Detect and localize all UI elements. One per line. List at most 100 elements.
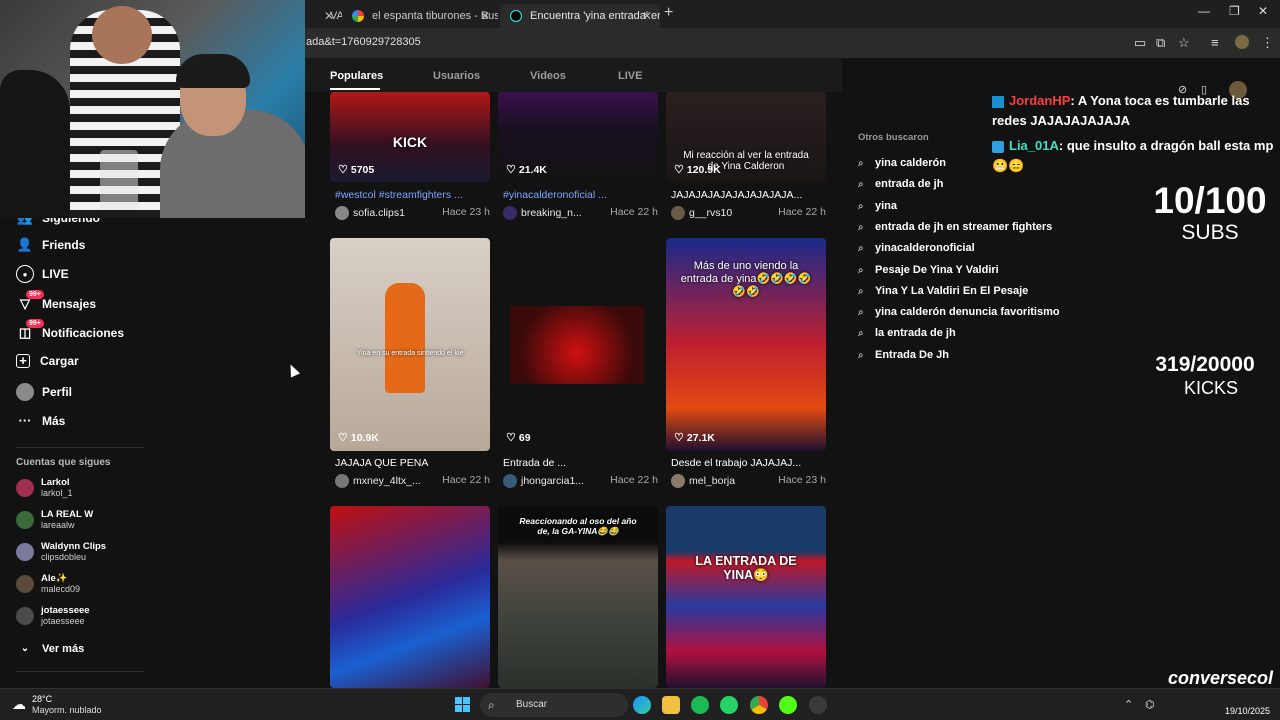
sidebar-item-upload[interactable]: + Cargar <box>16 353 79 373</box>
menu-dots-icon[interactable]: ⋮ <box>1261 35 1274 51</box>
sidebar-item-live[interactable]: ● LIVE <box>16 265 69 285</box>
search-suggestion[interactable]: ⌕ yina calderón <box>858 157 946 169</box>
heart-icon: ♡ <box>674 164 684 176</box>
google-favicon-icon <box>352 10 364 22</box>
spotify-icon[interactable] <box>691 696 709 714</box>
search-icon: ⌕ <box>858 328 864 340</box>
video-caption[interactable]: Entrada de ... <box>503 457 663 469</box>
chat-message: Lia_01A: que insulto a dragón ball esta … <box>992 136 1277 176</box>
username[interactable]: g__rvs10 <box>689 207 732 219</box>
whatsapp-icon[interactable] <box>720 696 738 714</box>
others-searched-title: Otros buscaron <box>858 132 929 143</box>
restore-button[interactable]: ❐ <box>1229 4 1240 18</box>
kick-icon[interactable] <box>779 696 797 714</box>
date: 19/10/2025 <box>1224 706 1270 716</box>
translate-icon[interactable]: ⧉ <box>1156 35 1165 51</box>
close-window-button[interactable]: ✕ <box>1258 4 1268 18</box>
see-more-button[interactable]: ⌄ Ver más <box>16 640 84 660</box>
username[interactable]: sofia.clips1 <box>353 207 405 219</box>
upload-icon: + <box>16 353 30 368</box>
search-suggestion[interactable]: ⌕ entrada de jh en streamer fighters <box>858 221 1052 233</box>
cast-icon[interactable]: ▭ <box>1134 35 1146 51</box>
search-suggestion[interactable]: ⌕ entrada de jh <box>858 178 943 190</box>
cup <box>100 150 138 210</box>
username[interactable]: mel_borja <box>689 475 735 487</box>
close-tab-icon[interactable]: ✕ <box>642 4 652 28</box>
search-suggestion[interactable]: ⌕ Yina Y La Valdiri En El Pesaje <box>858 285 1028 297</box>
video-time: Hace 22 h <box>442 474 490 486</box>
chrome-icon[interactable] <box>750 696 768 714</box>
avatar <box>503 474 517 488</box>
obs-icon[interactable] <box>809 696 827 714</box>
avatar <box>16 575 34 593</box>
video-meta: sofia.clips1 Hace 23 h <box>335 206 490 220</box>
username[interactable]: mxney_4ltx_... <box>353 475 421 487</box>
suggestion-label: yinacalderonoficial <box>875 242 975 255</box>
sidebar-item-more[interactable]: ··· Más <box>16 412 66 432</box>
thumbnail-text: Reaccionando al oso del año de, la GA-YI… <box>519 516 637 536</box>
video-time: Hace 22 h <box>778 206 826 218</box>
search-icon: ⌕ <box>858 285 864 297</box>
tab-live[interactable]: LIVE <box>618 70 642 82</box>
account-name: Ale✨ <box>41 573 68 584</box>
video-caption[interactable]: Desde el trabajo JAJAJAJ... <box>671 457 831 469</box>
video-thumbnail[interactable]: LA ENTRADA DE YINA😳 <box>666 506 826 688</box>
subs-label: SUBS <box>1181 221 1239 244</box>
live-icon: ● <box>16 265 34 283</box>
video-caption[interactable]: JAJAJAJAJAJAJAJAJAJA... <box>671 189 831 201</box>
bookmark-star-icon[interactable]: ☆ <box>1178 35 1190 51</box>
video-meta: mxney_4ltx_... Hace 22 h <box>335 474 490 488</box>
browser-tab-active[interactable]: Encuentra 'yina entrada' en Tik ✕ <box>500 4 660 28</box>
tab-populares[interactable]: Populares <box>330 70 383 82</box>
chevron-up-icon[interactable]: ⌃ <box>1124 698 1133 711</box>
search-suggestion[interactable]: ⌕ yina <box>858 200 897 212</box>
heart-icon: ♡ <box>338 164 348 176</box>
url-field[interactable]: ada&t=1760929728305 <box>306 36 421 48</box>
avatar <box>16 543 34 561</box>
video-thumbnail[interactable]: Más de uno viendo la entrada de yina🤣🤣🤣🤣… <box>666 238 826 451</box>
search-icon: ⌕ <box>858 349 864 361</box>
video-thumbnail[interactable]: Reaccionando al oso del año de, la GA-YI… <box>498 506 658 688</box>
tab-usuarios[interactable]: Usuarios <box>433 70 480 82</box>
network-icon[interactable]: ⌬ <box>1145 698 1155 711</box>
browser-tab[interactable]: VA ✕ <box>300 4 342 28</box>
start-button[interactable] <box>455 697 471 713</box>
video-meta: breaking_n... Hace 22 h <box>503 206 658 220</box>
weather-description: Mayorm. nublado <box>32 705 102 715</box>
video-thumbnail[interactable]: Yina en su entrada sintiendo el kie <box>330 238 490 451</box>
sidebar-item-notifications[interactable]: ◫ Notificaciones 99+ <box>16 319 124 344</box>
reading-list-icon[interactable]: ≡ <box>1211 35 1219 50</box>
edge-icon[interactable] <box>633 696 651 714</box>
sidebar-item-label: Cargar <box>40 353 79 368</box>
video-caption[interactable]: #yinacalderonoficial ... <box>503 189 663 201</box>
minimize-button[interactable]: — <box>1198 4 1210 18</box>
browser-tab[interactable]: el espanta tiburones - Buscar c ✕ <box>342 4 498 28</box>
thumbnail-text: Más de uno viendo la entrada de yina🤣🤣🤣🤣… <box>680 260 812 298</box>
new-tab-button[interactable]: + <box>664 4 673 22</box>
subs-counter: 10/100 <box>1153 180 1267 221</box>
video-caption[interactable]: #westcol #streamfighters ... <box>335 189 495 201</box>
sidebar-item-profile[interactable]: Perfil <box>16 383 72 403</box>
search-suggestion[interactable]: ⌕ Pesaje De Yina Y Valdiri <box>858 264 999 276</box>
close-tab-icon[interactable]: ✕ <box>324 4 334 28</box>
taskbar-search[interactable]: ⌕ Buscar <box>480 693 628 717</box>
sidebar-item-messages[interactable]: ▽ Mensajes 99+ <box>16 290 96 315</box>
username[interactable]: breaking_n... <box>521 207 582 219</box>
video-thumbnail[interactable] <box>498 238 658 451</box>
video-caption[interactable]: JAJAJA QUE PENA <box>335 457 495 469</box>
close-tab-icon[interactable]: ✕ <box>480 4 490 28</box>
file-explorer-icon[interactable] <box>662 696 680 714</box>
sidebar-item-friends[interactable]: 👤 Friends <box>16 236 85 256</box>
like-count: ♡ 5705 <box>338 163 374 176</box>
search-suggestion[interactable]: ⌕ la entrada de jh <box>858 327 956 339</box>
video-thumbnail[interactable] <box>330 506 490 688</box>
tab-videos[interactable]: Videos <box>530 70 566 82</box>
profile-avatar-icon[interactable] <box>1235 35 1249 49</box>
system-clock[interactable]: 19/10/2025 <box>1225 693 1270 717</box>
search-tabs: Populares Usuarios Videos LIVE <box>305 58 842 92</box>
like-count: ♡ 69 <box>506 431 531 444</box>
search-suggestion[interactable]: ⌕ Entrada De Jh <box>858 349 949 361</box>
search-suggestion[interactable]: ⌕ yinacalderonoficial <box>858 242 975 254</box>
username[interactable]: jhongarcia1... <box>521 475 584 487</box>
search-suggestion[interactable]: ⌕ yina calderón denuncia favoritismo <box>858 306 1060 318</box>
